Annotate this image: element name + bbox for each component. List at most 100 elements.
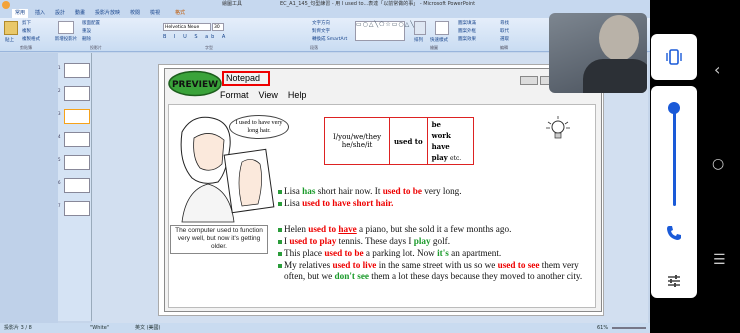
quick-styles-button[interactable]: 快速樣式 xyxy=(430,37,448,43)
recent-apps-icon[interactable]: ☰ xyxy=(713,252,726,268)
bullet-item: My relatives used to live in the same st… xyxy=(278,260,584,282)
bullet-item: Helen used to have a piano, but she sold… xyxy=(278,224,584,235)
menu-help: Help xyxy=(287,90,307,100)
notepad-menubar: Format View Help xyxy=(220,90,316,100)
slide-number: 7 xyxy=(58,203,61,208)
status-bar: 投影片 3 / 8 "White" 英文 (美國) 61% xyxy=(0,323,740,333)
vibrate-icon xyxy=(666,49,682,65)
slide-thumbnail[interactable] xyxy=(64,201,90,216)
zoom-slider[interactable] xyxy=(612,327,646,329)
left-margin xyxy=(0,53,58,323)
phone-call-icon[interactable] xyxy=(665,224,683,242)
find-button[interactable]: 尋找 xyxy=(500,20,509,26)
slide-number: 5 xyxy=(58,157,61,162)
theme-name: "White" xyxy=(90,325,110,331)
shape-fill-button[interactable]: 圖案填滿 xyxy=(458,20,476,26)
slide-thumbnail-selected[interactable] xyxy=(64,109,90,124)
font-format-buttons[interactable]: B I U S ab A xyxy=(163,34,273,42)
font-size-select[interactable]: 30 xyxy=(212,23,224,31)
bullet-text-part: used to be xyxy=(382,186,422,196)
layout-button[interactable]: 版面配置 xyxy=(82,20,100,26)
bullet-item: I used to play tennis. These days I play… xyxy=(278,236,584,247)
tab-slideshow[interactable]: 投影片放映 xyxy=(95,9,120,18)
table-etc: etc. xyxy=(449,154,462,162)
tab-view[interactable]: 檢視 xyxy=(150,9,160,18)
computer-caption[interactable]: The computer used to function very well,… xyxy=(170,225,268,254)
bullet-text-part: don't see xyxy=(334,271,369,281)
bullet-text-part: it's xyxy=(437,248,449,258)
home-icon[interactable]: ○ xyxy=(712,156,724,172)
group-label-slides: 投影片 xyxy=(90,45,102,50)
tab-animations[interactable]: 動畫 xyxy=(75,9,85,18)
slide-thumbnail[interactable] xyxy=(64,63,90,78)
text-direction-button[interactable]: 文字方向 xyxy=(312,20,330,26)
slide-thumbnail[interactable] xyxy=(64,155,90,170)
replace-button[interactable]: 取代 xyxy=(500,28,509,34)
shapes-gallery[interactable]: ▭○△╲⬠☆▭○△╲⬠☆ xyxy=(355,21,426,41)
volume-slider[interactable] xyxy=(673,106,676,206)
preview-badge-text: PREVIEW xyxy=(172,80,218,90)
arrange-button[interactable]: 排列 xyxy=(414,37,423,43)
group-label-drawing: 繪圖 xyxy=(430,45,438,50)
tab-review[interactable]: 校閱 xyxy=(130,9,140,18)
webcam-overlay xyxy=(549,13,647,93)
tab-format[interactable]: 格式 xyxy=(175,9,185,18)
font-name-select[interactable]: Helvetica Neue xyxy=(163,23,211,31)
table-subjects: I/you/we/they he/she/it xyxy=(325,118,391,164)
select-button[interactable]: 選取 xyxy=(500,36,509,42)
slide-thumbnail[interactable] xyxy=(64,178,90,193)
shape-effects-button[interactable]: 圖案效果 xyxy=(458,36,476,42)
title-bar: 繪圖工具 EC_A1_145_句型練習 - 用 I used to...表達「以… xyxy=(0,0,740,9)
bullet-text-part: short hair now. It xyxy=(315,186,383,196)
slide-number: 1 xyxy=(58,65,61,70)
paste-icon[interactable] xyxy=(4,21,18,35)
bullet-icon xyxy=(278,240,282,244)
bullet-text-part: used to xyxy=(308,224,339,234)
arrange-icon[interactable] xyxy=(414,21,426,35)
shape-outline-button[interactable]: 圖案外框 xyxy=(458,28,476,34)
bullet-icon xyxy=(278,264,282,268)
bullet-text-part: an apartment. xyxy=(448,248,502,258)
bullet-text-part: used to see xyxy=(497,260,540,270)
contextual-tool-label: 繪圖工具 xyxy=(222,1,243,7)
bullet-text-part: used to play xyxy=(289,236,337,246)
new-slide-icon[interactable] xyxy=(58,21,74,34)
align-text-button[interactable]: 對齊文字 xyxy=(312,28,330,34)
bullet-text-part: tennis. These days I xyxy=(336,236,414,246)
tab-home[interactable]: 常用 xyxy=(12,9,29,18)
quick-styles-icon[interactable] xyxy=(435,21,449,35)
bullet-icon xyxy=(278,228,282,232)
format-painter-button[interactable]: 複製格式 xyxy=(22,36,40,42)
copy-button[interactable]: 複製 xyxy=(22,28,31,34)
delete-button[interactable]: 刪除 xyxy=(82,36,91,42)
cut-button[interactable]: 剪下 xyxy=(22,20,31,26)
convert-smartart-button[interactable]: 轉換成 SmartArt xyxy=(312,36,347,42)
group-label-font: 字型 xyxy=(205,45,213,50)
settings-sliders-icon[interactable] xyxy=(665,272,683,290)
paste-button[interactable]: 貼上 xyxy=(5,37,14,43)
bullet-icon xyxy=(278,252,282,256)
slides-thumbnail-pane[interactable]: 1 2 3 4 5 6 7 xyxy=(58,53,92,321)
bullet-text-part: used to be xyxy=(324,248,364,258)
verb-have: have xyxy=(431,141,450,151)
tab-design[interactable]: 設計 xyxy=(55,9,65,18)
volume-panel xyxy=(651,86,697,298)
new-slide-button[interactable]: 新增投影片 xyxy=(53,37,79,42)
group-label-paragraph: 段落 xyxy=(310,45,318,50)
slide-thumbnail[interactable] xyxy=(64,86,90,101)
tab-insert[interactable]: 插入 xyxy=(35,9,45,18)
zoom-level[interactable]: 61% xyxy=(597,323,608,333)
minimize-icon xyxy=(520,76,538,85)
back-icon[interactable]: ‹ xyxy=(714,60,720,79)
bullet-icon xyxy=(278,202,282,206)
bullet-text-part: golf. xyxy=(430,236,451,246)
bullet-text-part: Lisa xyxy=(284,198,303,208)
language-indicator[interactable]: 英文 (美國) xyxy=(135,323,161,333)
reset-button[interactable]: 重設 xyxy=(82,28,91,34)
vibrate-toggle[interactable] xyxy=(651,34,697,80)
slide-thumbnail[interactable] xyxy=(64,132,90,147)
volume-slider-handle[interactable] xyxy=(668,102,680,114)
verb-be: be xyxy=(431,119,441,129)
office-button-icon[interactable] xyxy=(2,1,10,9)
bullet-text-part: them a lot these days because they moved… xyxy=(368,271,583,281)
